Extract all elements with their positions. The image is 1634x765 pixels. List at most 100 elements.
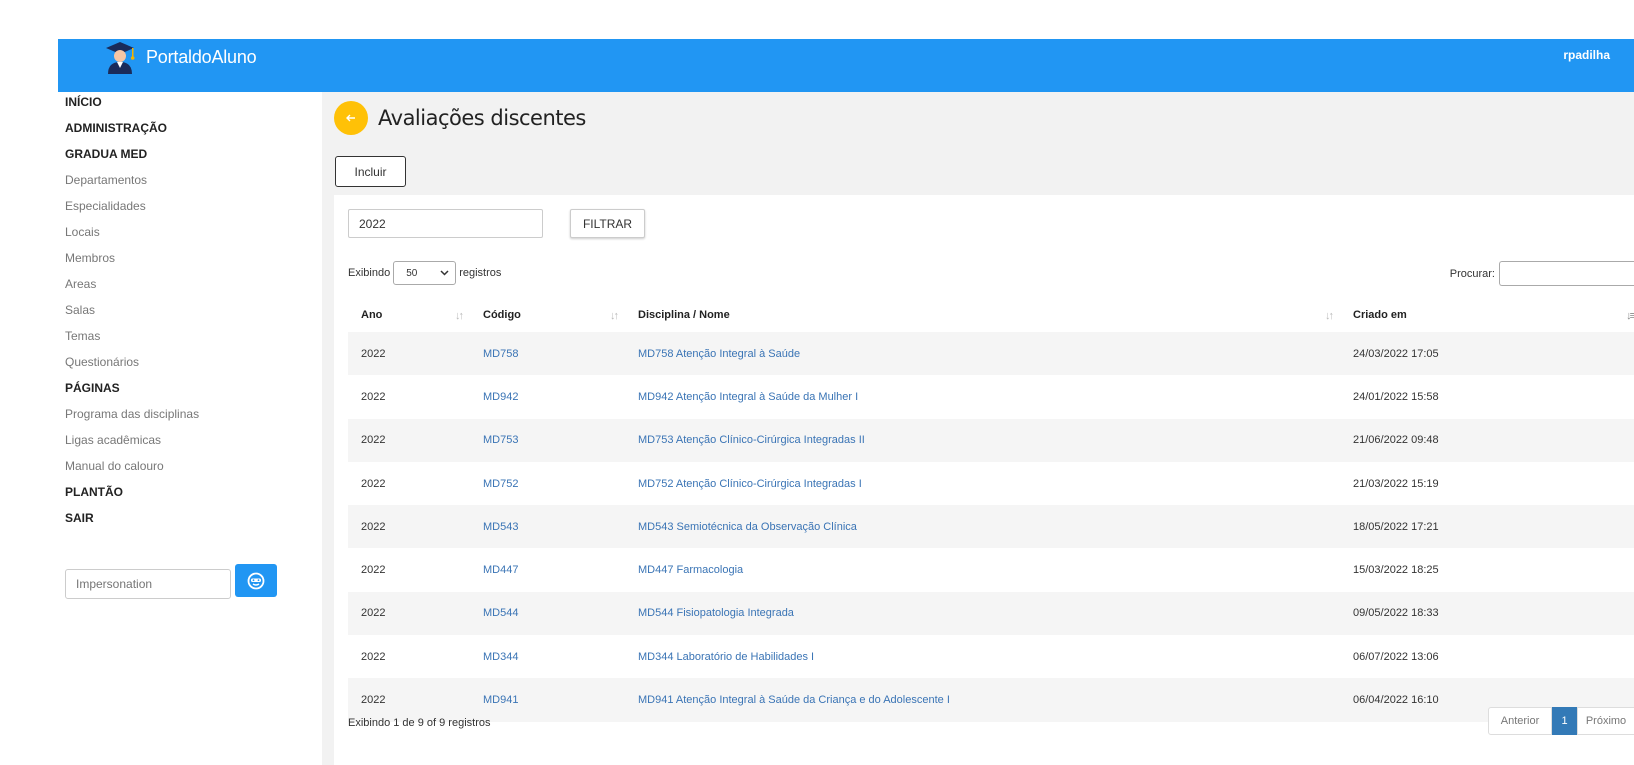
year-filter-input[interactable]	[348, 209, 543, 238]
table-row: 2022 MD942 MD942 Atenção Integral à Saúde …	[348, 375, 1634, 418]
brand-name: PortaldoAluno	[146, 46, 257, 67]
column-header-label: Criado em	[1353, 309, 1407, 321]
cell-ano: 2022	[361, 607, 386, 620]
cell-disciplina-link[interactable]: MD758 Atenção Integral à Saúde	[625, 332, 1340, 375]
sidebar-item-areas[interactable]: Areas	[65, 277, 96, 291]
table-row: 2022 MD543 MD543 Semiotécnica da Observaçã…	[348, 505, 1634, 549]
sort-icon: ↓↑	[1325, 310, 1334, 322]
cell-codigo-link[interactable]: MD447	[470, 548, 625, 591]
table-row: 2022 MD753 MD753 Atenção Clínico-Cirúrgica…	[348, 418, 1634, 462]
cell-disciplina-link[interactable]: MD344 Laboratório de Habilidades I	[625, 635, 1340, 678]
cell-codigo-link[interactable]: MD941	[470, 678, 625, 721]
table-info: Exibindo 1 de 9 of 9 registros	[348, 717, 491, 729]
table-row: 2022 MD447 MD447 Farmacologia 15/03/2022 18…	[348, 548, 1634, 591]
sidebar-item-ligas-acadêmicas[interactable]: Ligas acadêmicas	[65, 433, 161, 447]
page-length-control: Exibindo 50 registros	[348, 261, 501, 285]
column-header-label: Ano	[361, 309, 383, 321]
impersonate-button[interactable]	[235, 564, 277, 597]
sidebar-item-questionários[interactable]: Questionários	[65, 355, 139, 369]
cell-criado-em: 21/03/2022 15:19	[1353, 477, 1439, 490]
sidebar-item-temas[interactable]: Temas	[65, 329, 100, 343]
cell-ano: 2022	[361, 650, 386, 663]
cell-disciplina-link[interactable]: MD447 Farmacologia	[625, 548, 1340, 591]
cell-ano: 2022	[361, 694, 386, 707]
cell-ano: 2022	[361, 434, 386, 447]
cell-criado-em: 06/07/2022 13:06	[1353, 650, 1439, 663]
table-header-row: Ano ↓↑ Código ↓↑ Disciplina / Nome ↓↑ Criad…	[348, 298, 1634, 332]
cell-ano: 2022	[361, 477, 386, 490]
sidebar-item-páginas[interactable]: PÁGINAS	[65, 381, 120, 395]
sidebar-item-programa-das-disciplinas[interactable]: Programa das disciplinas	[65, 407, 199, 421]
cell-codigo-link[interactable]: MD544	[470, 592, 625, 635]
filter-button[interactable]: FILTRAR	[570, 209, 645, 238]
cell-codigo-link[interactable]: MD942	[470, 375, 625, 418]
search-control: Procurar:	[1450, 261, 1634, 286]
sidebar-item-locais[interactable]: Locais	[65, 225, 100, 239]
cell-codigo-link[interactable]: MD758	[470, 332, 625, 375]
main-content: Avaliações discentes Incluir FILTRAR Exi…	[322, 92, 1634, 765]
include-button[interactable]: Incluir	[335, 156, 406, 187]
user-mask-icon	[247, 572, 265, 589]
sidebar-item-início[interactable]: INÍCIO	[65, 95, 102, 109]
sidebar-item-sair[interactable]: SAIR	[65, 511, 94, 525]
pagination: Anterior 1 Próximo	[1488, 707, 1634, 735]
column-header-criado[interactable]: Criado em ↓≡	[1340, 298, 1634, 332]
search-input[interactable]	[1499, 261, 1634, 286]
page-length-value: 50	[406, 267, 418, 279]
table-row: 2022 MD752 MD752 Atenção Clínico-Cirúrgica…	[348, 462, 1634, 505]
brand-logo[interactable]: PortaldoAluno	[102, 41, 257, 74]
cell-codigo-link[interactable]: MD753	[470, 419, 625, 462]
cell-disciplina-link[interactable]: MD544 Fisiopatologia Integrada	[625, 592, 1340, 635]
cell-criado-em: 24/03/2022 17:05	[1353, 347, 1439, 360]
sidebar-item-departamentos[interactable]: Departamentos	[65, 173, 147, 187]
cell-criado-em: 21/06/2022 09:48	[1353, 434, 1439, 447]
sidebar-item-administração[interactable]: ADMINISTRAÇÃO	[65, 121, 167, 135]
arrow-left-icon	[346, 114, 355, 122]
length-suffix: registros	[459, 267, 502, 279]
sidebar-item-especialidades[interactable]: Especialidades	[65, 199, 146, 213]
page-title: Avaliações discentes	[378, 106, 586, 130]
cell-criado-em: 24/01/2022 15:58	[1353, 390, 1439, 403]
pagination-next[interactable]: Próximo	[1577, 707, 1634, 735]
graduate-icon	[106, 42, 135, 74]
cell-codigo-link[interactable]: MD543	[470, 505, 625, 548]
sidebar-item-gradua-med[interactable]: GRADUA MED	[65, 147, 147, 161]
evaluations-table: Ano ↓↑ Código ↓↑ Disciplina / Nome ↓↑ Criad…	[348, 298, 1634, 722]
table-row: 2022 MD758 MD758 Atenção Integral à Saúde 2…	[348, 332, 1634, 376]
chevron-down-icon	[440, 270, 449, 276]
sort-desc-icon: ↓≡	[1626, 310, 1634, 322]
sidebar-item-plantão[interactable]: PLANTÃO	[65, 485, 123, 499]
search-label: Procurar:	[1449, 267, 1495, 280]
cell-disciplina-link[interactable]: MD941 Atenção Integral à Saúde da Crianç…	[625, 678, 1340, 721]
sort-icon: ↓↑	[610, 310, 619, 322]
cell-disciplina-link[interactable]: MD543 Semiotécnica da Observação Clínica	[625, 505, 1340, 548]
cell-disciplina-link[interactable]: MD753 Atenção Clínico-Cirúrgica Integrad…	[625, 419, 1340, 462]
column-header-codigo[interactable]: Código ↓↑	[470, 298, 625, 332]
cell-ano: 2022	[361, 564, 386, 577]
back-button[interactable]	[334, 101, 368, 135]
sidebar-item-manual-do-calouro[interactable]: Manual do calouro	[65, 459, 164, 473]
cell-codigo-link[interactable]: MD752	[470, 462, 625, 505]
table-row: 2022 MD544 MD544 Fisiopatologia Integrada 0…	[348, 591, 1634, 636]
column-header-ano[interactable]: Ano ↓↑	[348, 298, 470, 332]
pagination-page-1[interactable]: 1	[1552, 707, 1577, 735]
cell-criado-em: 09/05/2022 18:33	[1353, 607, 1439, 620]
cell-disciplina-link[interactable]: MD942 Atenção Integral à Saúde da Mulher…	[625, 375, 1340, 418]
sidebar-item-salas[interactable]: Salas	[65, 303, 95, 317]
sidebar-item-membros[interactable]: Membros	[65, 251, 115, 265]
cell-criado-em: 18/05/2022 17:21	[1353, 520, 1439, 533]
length-prefix: Exibindo	[348, 267, 391, 279]
cell-ano: 2022	[361, 520, 386, 533]
table-panel: FILTRAR Exibindo 50 registros Procurar: …	[334, 195, 1634, 765]
pagination-previous[interactable]: Anterior	[1488, 707, 1552, 735]
column-header-disciplina[interactable]: Disciplina / Nome ↓↑	[625, 298, 1340, 332]
cell-criado-em: 15/03/2022 18:25	[1353, 564, 1439, 577]
cell-codigo-link[interactable]: MD344	[470, 635, 625, 678]
table-row: 2022 MD941 MD941 Atenção Integral à Saúde …	[348, 678, 1634, 722]
page-length-select[interactable]: 50	[393, 261, 457, 285]
impersonation-input[interactable]	[65, 569, 231, 599]
top-navbar: PortaldoAluno rpadilha	[58, 39, 1634, 92]
cell-disciplina-link[interactable]: MD752 Atenção Clínico-Cirúrgica Integrad…	[625, 462, 1340, 505]
cell-ano: 2022	[361, 347, 386, 360]
user-menu[interactable]: rpadilha	[1563, 48, 1610, 62]
